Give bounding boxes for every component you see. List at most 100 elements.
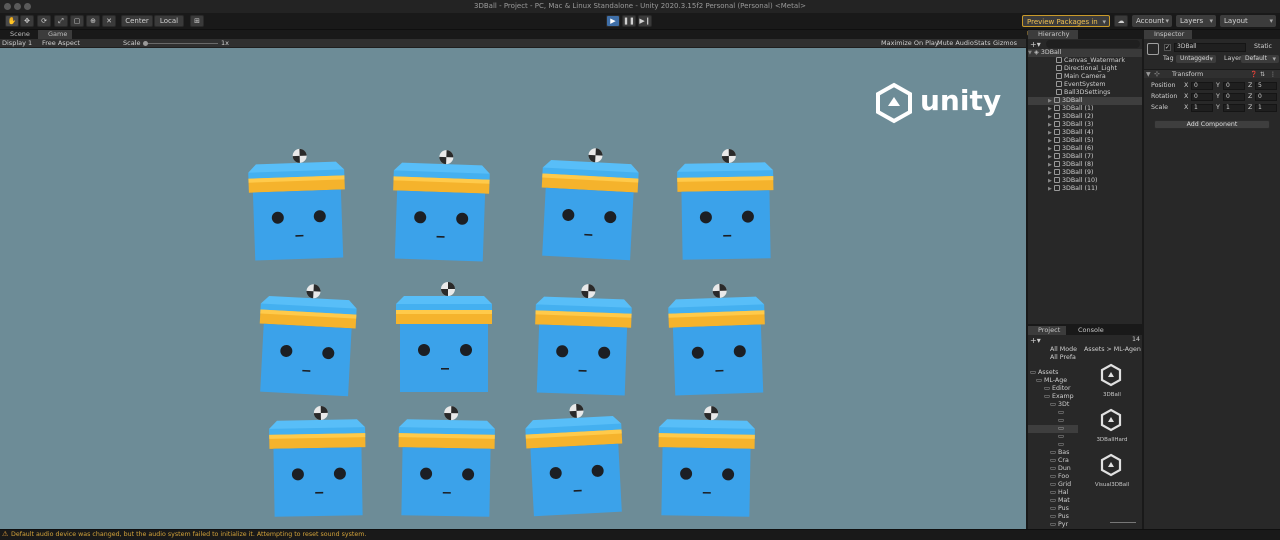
tag-dropdown[interactable]: Untagged [1176,55,1216,63]
stats-toggle[interactable]: Stats [974,39,991,48]
project-tree-item[interactable]: ▭ Assets [1028,369,1078,377]
layout-dropdown[interactable]: Layout [1220,15,1276,27]
layer-dropdown[interactable]: Default [1241,55,1279,63]
transform-y-field[interactable]: 0 [1223,82,1245,90]
maximize-on-play-toggle[interactable]: Maximize On Play [881,39,939,48]
preview-packages-dropdown[interactable]: Preview Packages in Use [1022,15,1110,38]
settings-icon[interactable]: ⇅ [1260,70,1265,79]
project-tree-item[interactable]: ▭ Hal [1028,489,1078,497]
project-tree-item[interactable]: ▭ [1028,441,1078,449]
project-tree-item[interactable]: ▭ [1028,433,1078,441]
tab-inspector[interactable]: Inspector [1144,30,1192,39]
filter-all-models[interactable]: All Mode [1050,346,1077,354]
hierarchy-item[interactable]: ▶ 3DBall [1028,97,1142,105]
filter-all-prefabs[interactable]: All Prefa [1050,354,1076,362]
minimize-window-icon[interactable] [14,3,21,10]
transform-x-field[interactable]: 1 [1191,104,1213,112]
custom-tool-icon[interactable]: ✕ [102,15,116,27]
hand-tool-icon[interactable]: ✋ [5,15,19,27]
hierarchy-item[interactable]: ▶ 3DBall (4) [1028,129,1142,137]
project-add-button[interactable]: +▾ [1030,336,1041,345]
rect-tool-icon[interactable]: ▢ [70,15,84,27]
hierarchy-scene-row[interactable]: ▼ ◈ 3DBall [1028,49,1142,57]
project-tree-item[interactable]: ▭ [1028,425,1078,433]
transform-y-field[interactable]: 0 [1223,93,1245,101]
tab-game[interactable]: Game [38,30,72,39]
transform-x-field[interactable]: 0 [1191,93,1213,101]
transform-tool-icon[interactable]: ⊕ [86,15,100,27]
play-button[interactable]: ▶ [606,15,620,27]
project-tree-item[interactable]: ▭ Pus [1028,513,1078,521]
project-tree-item[interactable]: ▭ ML-Age [1028,377,1078,385]
tab-console[interactable]: Console [1068,326,1108,335]
transform-z-field[interactable]: 1 [1255,104,1277,112]
tab-hierarchy[interactable]: Hierarchy [1028,30,1078,39]
rotate-tool-icon[interactable]: ⟳ [37,15,51,27]
hierarchy-item[interactable]: Ball3DSettings [1028,89,1142,97]
transform-z-field[interactable]: 0 [1255,93,1277,101]
static-toggle[interactable]: Static [1254,43,1272,51]
object-name-field[interactable]: 3DBall [1174,43,1246,52]
game-viewport[interactable]: unity [0,48,1026,529]
tab-scene[interactable]: Scene [0,30,34,39]
scale-tool-icon[interactable]: ⤢ [54,15,68,27]
hierarchy-item[interactable]: ▶ 3DBall (9) [1028,169,1142,177]
unity-asset-icon[interactable] [1098,407,1124,433]
project-tree-item[interactable]: ▭ Examp [1028,393,1078,401]
transform-y-field[interactable]: 1 [1223,104,1245,112]
help-icon[interactable]: ❓ [1250,70,1257,79]
transform-z-field[interactable]: 5 [1255,82,1277,90]
project-tree-item[interactable]: ▭ Editor [1028,385,1078,393]
project-tree-item[interactable]: ▭ Bas [1028,449,1078,457]
hierarchy-item[interactable]: ▶ 3DBall (10) [1028,177,1142,185]
project-tree-item[interactable]: ▭ Cra [1028,457,1078,465]
project-tree-item[interactable]: ▭ [1028,417,1078,425]
pivot-local-button[interactable]: Local [154,15,184,27]
hierarchy-item[interactable]: ▶ 3DBall (8) [1028,161,1142,169]
tab-project[interactable]: Project [1028,326,1066,335]
account-dropdown[interactable]: Account [1132,15,1172,27]
transform-header[interactable]: ▼ ⊹ Transform ❓ ⇅ ⋮ [1144,69,1280,78]
step-button[interactable]: ▶❙ [638,15,652,27]
hierarchy-add-button[interactable]: +▾ [1030,40,1041,49]
more-icon[interactable]: ⋮ [1270,70,1276,79]
display-dropdown[interactable]: Display 1 [2,39,32,48]
hierarchy-item[interactable]: Directional_Light [1028,65,1142,73]
project-tree-item[interactable]: ▭ Foo [1028,473,1078,481]
scale-slider-handle[interactable] [143,41,148,46]
hierarchy-item[interactable]: ▶ 3DBall (11) [1028,185,1142,193]
move-tool-icon[interactable]: ✥ [20,15,34,27]
hierarchy-search-input[interactable] [1046,40,1140,48]
asset-size-slider[interactable] [1110,522,1136,523]
scale-slider[interactable] [144,43,218,44]
hierarchy-item[interactable]: EventSystem [1028,81,1142,89]
project-tree-item[interactable]: ▭ Pus [1028,505,1078,513]
mute-audio-toggle[interactable]: Mute Audio [937,39,974,48]
hierarchy-item[interactable]: ▶ 3DBall (3) [1028,121,1142,129]
gizmos-dropdown[interactable]: Gizmos [993,39,1017,48]
asset-breadcrumb[interactable]: Assets > ML-Agen [1084,346,1141,354]
status-message[interactable]: Default audio device was changed, but th… [11,531,366,538]
layers-dropdown[interactable]: Layers [1176,15,1216,27]
project-tree-item[interactable]: ▭ [1028,409,1078,417]
active-checkbox[interactable]: ✓ [1164,44,1171,51]
hierarchy-item[interactable]: Canvas_Watermark [1028,57,1142,65]
hierarchy-item[interactable]: Main Camera [1028,73,1142,81]
project-tree-item[interactable]: ▭ Mat [1028,497,1078,505]
aspect-dropdown[interactable]: Free Aspect [42,39,80,48]
project-tree-item[interactable]: ▭ Grid [1028,481,1078,489]
project-tree-item[interactable]: ▭ Dun [1028,465,1078,473]
hierarchy-item[interactable]: ▶ 3DBall (1) [1028,105,1142,113]
hierarchy-item[interactable]: ▶ 3DBall (2) [1028,113,1142,121]
transform-x-field[interactable]: 0 [1191,82,1213,90]
unity-asset-icon[interactable] [1098,362,1124,388]
pause-button[interactable]: ❚❚ [622,15,636,27]
project-tree-item[interactable]: ▭ 3Dt [1028,401,1078,409]
pivot-center-button[interactable]: Center [121,15,153,27]
project-tree-item[interactable]: ▭ Pyr [1028,521,1078,529]
hierarchy-item[interactable]: ▶ 3DBall (5) [1028,137,1142,145]
hierarchy-item[interactable]: ▶ 3DBall (7) [1028,153,1142,161]
hierarchy-item[interactable]: ▶ 3DBall (6) [1028,145,1142,153]
add-component-button[interactable]: Add Component [1154,120,1270,129]
grid-snap-icon[interactable]: ⊞ [190,15,204,27]
